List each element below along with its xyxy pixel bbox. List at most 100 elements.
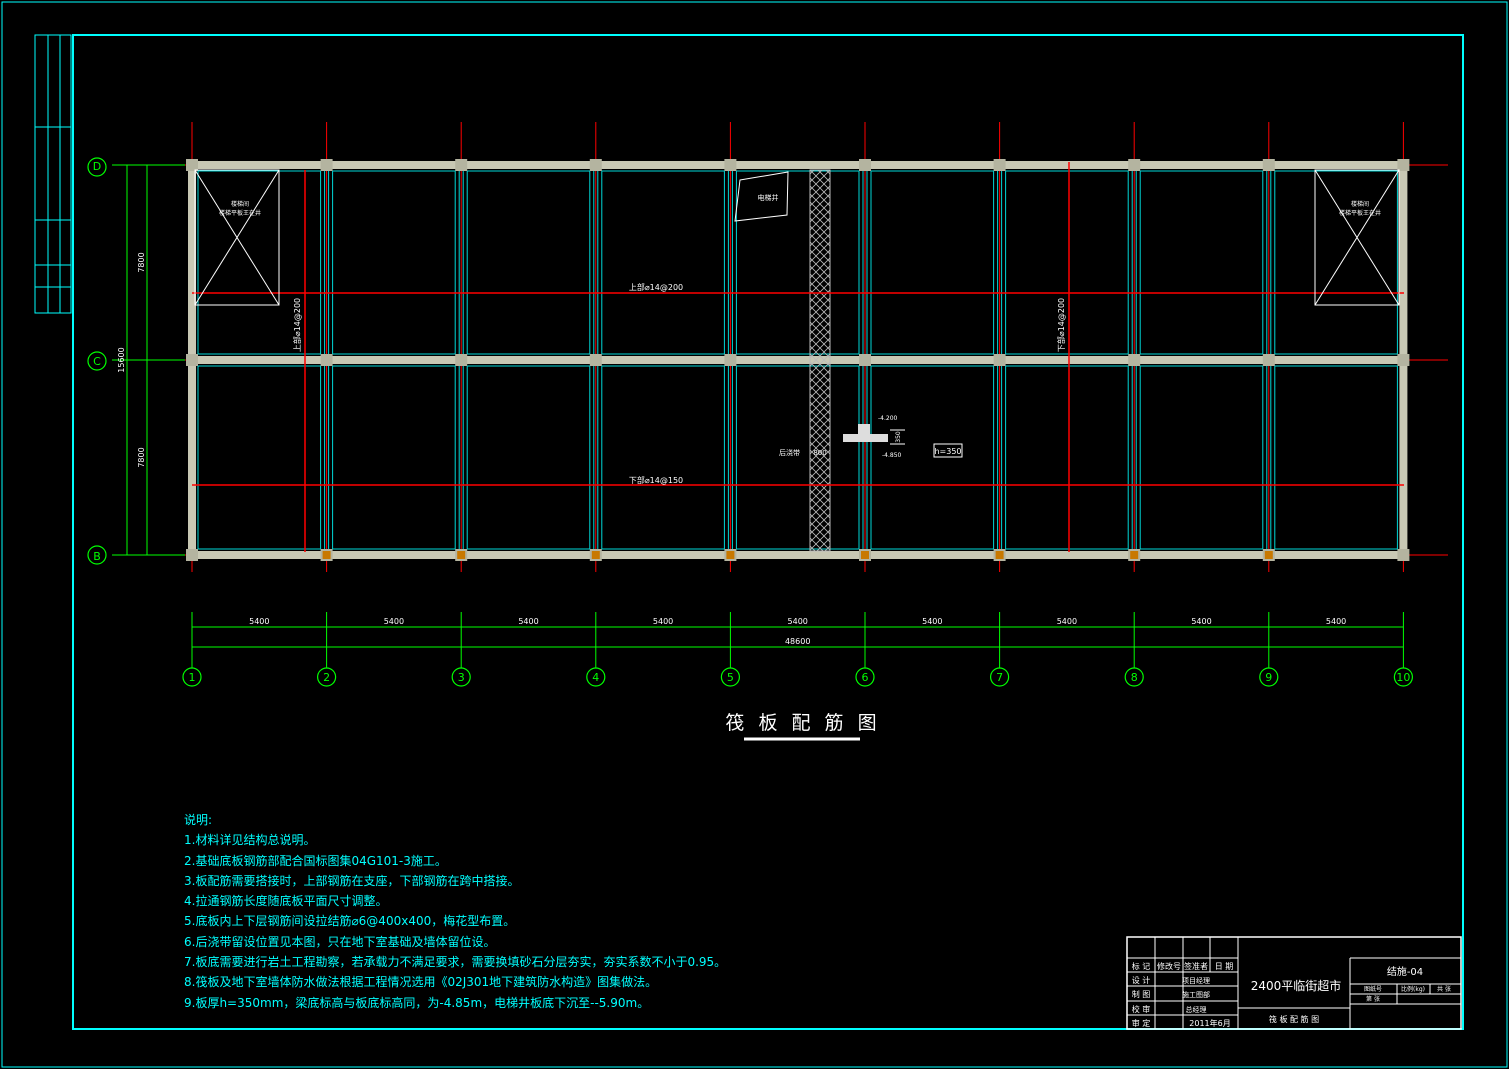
raft-plan: 上部⌀14@200下部⌀14@150上部⌀14@200 下部⌀14@200楼梯间楼…: [112, 122, 1448, 572]
axis-number: 8: [1131, 671, 1138, 684]
axis-number: 7: [996, 671, 1003, 684]
axis-number: 10: [1396, 671, 1410, 684]
note-item: 4.拉通钢筋长度随底板平面尺寸调整。: [184, 894, 388, 909]
axis-letter: B: [93, 550, 101, 563]
vert-dim: 7800: [137, 252, 146, 272]
post-pour-strip: [809, 169, 831, 552]
note-item: 6.后浇带留设位置见本图，只在地下室基础及墙体留位设。: [184, 934, 496, 949]
beam-horizontal: [188, 356, 1408, 364]
axis-bubbles: 1 2 3 4 5 6 7 8 9 10 D C B: [87, 157, 1414, 687]
column-core: [1130, 551, 1139, 559]
stair-label: 楼梯平板王在井: [219, 209, 261, 217]
rebar-label-top-vertical: 上部⌀14@200: [292, 298, 302, 352]
rebar-label-bottom-vertical: 下部⌀14@200: [1056, 298, 1066, 352]
column: [455, 354, 468, 366]
design-notes: 说明: 1.材料详见结构总说明。 2.基础底板钢筋部配合国标图集04G101-3…: [184, 810, 726, 1013]
bay-dim: 5400: [1191, 617, 1211, 626]
slab-panel: [197, 365, 322, 550]
column: [1262, 354, 1275, 366]
slab-panel: [601, 170, 725, 355]
tb-project: 2400平临街超市: [1251, 978, 1342, 993]
total-dim: 48600: [785, 637, 810, 646]
binding-strip: [34, 34, 72, 314]
slab-panel: [332, 365, 456, 550]
column-core: [861, 551, 869, 559]
tb-sub-cell: 共 张: [1437, 985, 1451, 993]
tb-drawing-no: 结施-04: [1387, 965, 1423, 978]
tb-name: 施工图部: [1182, 990, 1210, 999]
slab-panel: [601, 365, 725, 550]
bay-dim: 5400: [384, 617, 404, 626]
vert-dim: 7800: [137, 447, 146, 467]
note-item: 3.板配筋需要搭接时，上部钢筋在支座，下部钢筋在跨中搭接。: [184, 873, 520, 888]
tb-row-label: 校 审: [1132, 1004, 1151, 1014]
tb-row-label: 标 记: [1132, 961, 1151, 971]
title-block: 标 记 设 计 制 图 校 审 审 定 修改号 签准者 日 期 项目经理 施工图…: [1126, 936, 1462, 1030]
note-item: 1.材料详见结构总说明。: [184, 833, 316, 848]
post-pour-width: 800: [813, 449, 826, 457]
column: [724, 354, 737, 366]
axis-number: 3: [458, 671, 465, 684]
column: [589, 354, 602, 366]
thickness-tag: h=350: [934, 447, 961, 456]
axis-number: 4: [592, 671, 599, 684]
tb-sub-cell: 比例(kg): [1401, 985, 1425, 993]
drawing-title: 筏 板 配 筋 图: [725, 712, 880, 734]
note-item: 9.板厚h=350mm，梁底标高与板底标高同，为-4.85m，电梯井板底下沉至-…: [184, 995, 650, 1010]
slab-panel: [1005, 170, 1129, 355]
column: [1262, 159, 1275, 171]
tb-row-label: 审 定: [1132, 1018, 1151, 1028]
section-level: -4.850: [882, 452, 902, 459]
column: [1397, 549, 1410, 561]
rebar-label-top-horizontal: 上部⌀14@200: [629, 282, 683, 292]
elevator-label: 电梯井: [758, 193, 779, 202]
column-core: [457, 551, 466, 559]
note-item: 2.基础底板钢筋部配合国标图集04G101-3施工。: [184, 853, 447, 868]
tb-row-label: 制 图: [1132, 989, 1151, 999]
column: [320, 354, 333, 366]
tb-header-cell: 日 期: [1215, 962, 1234, 971]
bay-dim: 5400: [1326, 617, 1346, 626]
beam-horizontal: [188, 161, 1408, 169]
note-item: 8.筏板及地下室墙体防水做法根据工程情况选用《02J301地下建筑防水构造》图集…: [184, 975, 658, 990]
bay-dim: 5400: [788, 617, 808, 626]
tb-sheet-name: 筏 板 配 筋 图: [1269, 1014, 1319, 1024]
slab-panel: [1139, 365, 1264, 550]
column: [186, 159, 198, 171]
section-beam: [858, 424, 870, 436]
slab-panel: [1139, 170, 1264, 355]
column: [589, 159, 602, 171]
vert-total-dim: 15600: [117, 347, 126, 372]
tb-row-label: 设 计: [1132, 975, 1151, 985]
column: [993, 354, 1006, 366]
bay-dim: 5400: [653, 617, 673, 626]
axis-letter: D: [93, 160, 101, 173]
section-dim: 350: [895, 431, 902, 443]
bay-dim: 5400: [249, 617, 269, 626]
column: [186, 354, 198, 366]
axis-number: 2: [323, 671, 330, 684]
stair-label: 楼梯平板王在井: [1339, 209, 1381, 217]
bay-dim: 5400: [922, 617, 942, 626]
tb-date: 2011年6月: [1189, 1018, 1230, 1028]
axis-letter: C: [93, 355, 101, 368]
tb-header-cell: 签准者: [1184, 961, 1208, 971]
stair-label: 楼梯间: [1351, 200, 1369, 208]
column: [993, 159, 1006, 171]
tb-sub-cell: 第 张: [1366, 995, 1380, 1003]
column: [1397, 159, 1410, 171]
column-core: [1264, 551, 1273, 559]
axis-number: 6: [862, 671, 869, 684]
stair-label: 楼梯间: [231, 200, 249, 208]
slab-panel: [870, 170, 995, 355]
column-core: [322, 551, 331, 559]
notes-heading: 说明:: [184, 813, 213, 827]
tb-header-cell: 修改号: [1157, 961, 1181, 971]
column-core: [995, 551, 1004, 559]
column: [1128, 354, 1141, 366]
slab-panel: [1005, 365, 1129, 550]
column-core: [591, 551, 600, 559]
slab-panel: [466, 365, 591, 550]
slab-panel: [1274, 365, 1398, 550]
column: [1397, 354, 1410, 366]
